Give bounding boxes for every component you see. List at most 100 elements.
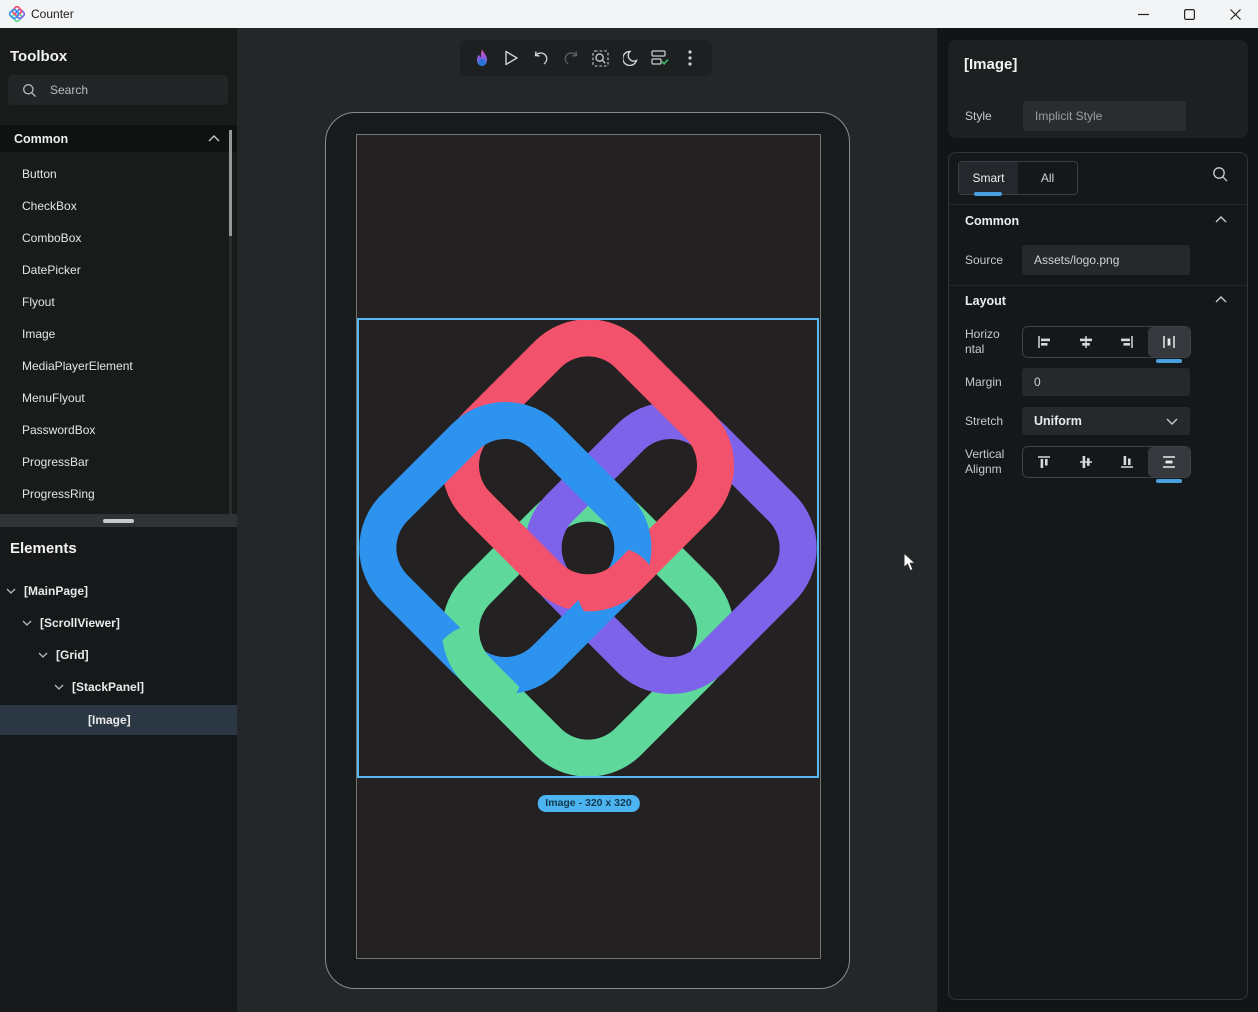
close-button[interactable] [1212, 0, 1258, 28]
properties-panel: [Image] Style Implicit Style Smart All [937, 28, 1258, 1012]
chevron-down-icon [54, 684, 64, 690]
panel-splitter[interactable] [0, 514, 237, 527]
style-input[interactable]: Implicit Style [1023, 101, 1186, 131]
kebab-menu-icon [688, 50, 692, 66]
properties-card: Smart All Common Source Asse [948, 152, 1248, 1000]
toolbox-item-passwordbox[interactable]: PasswordBox [0, 414, 229, 446]
source-label: Source [965, 253, 1003, 267]
horizontal-alignment-group [1022, 326, 1191, 358]
toolbox-title: Toolbox [10, 48, 67, 65]
h-align-left-button[interactable] [1023, 327, 1065, 357]
hot-reload-button[interactable] [471, 47, 493, 69]
form-factor-button[interactable] [649, 47, 671, 69]
logo-image [359, 320, 817, 776]
more-options-button[interactable] [679, 47, 701, 69]
titlebar[interactable]: Counter [0, 0, 1258, 28]
tab-all[interactable]: All [1018, 162, 1077, 194]
align-bottom-icon [1118, 453, 1136, 471]
toolbox-item-datepicker[interactable]: DatePicker [0, 254, 229, 286]
play-button[interactable] [501, 47, 523, 69]
redo-icon-disabled [563, 51, 579, 65]
toolbox-item-combobox[interactable]: ComboBox [0, 222, 229, 254]
elements-title: Elements [10, 540, 77, 557]
v-align-center-button[interactable] [1065, 447, 1107, 477]
align-left-icon [1035, 333, 1053, 351]
align-right-icon [1118, 333, 1136, 351]
properties-search-icon[interactable] [1212, 166, 1229, 183]
v-stretch-button[interactable] [1148, 447, 1190, 477]
margin-input[interactable]: 0 [1022, 368, 1190, 396]
h-stretch-button[interactable] [1148, 327, 1190, 357]
toolbox-search-input[interactable]: Search [8, 75, 228, 105]
active-alignment-indicator [1156, 479, 1182, 483]
elements-panel: Elements [MainPage] [ScrollViewer] [Grid… [0, 527, 237, 1012]
undo-button[interactable] [530, 47, 552, 69]
stretch-horizontal-icon [1160, 333, 1178, 351]
redo-button[interactable] [560, 47, 582, 69]
window-title: Counter [31, 0, 74, 28]
chevron-up-icon[interactable] [1215, 296, 1227, 303]
selected-element-card: [Image] Style Implicit Style [948, 40, 1248, 138]
toolbox-item-progressring[interactable]: ProgressRing [0, 478, 229, 510]
toolbox-scrollbar-thumb[interactable] [229, 130, 232, 236]
tab-smart[interactable]: Smart [959, 162, 1018, 194]
minimize-button[interactable] [1120, 0, 1166, 28]
vertical-alignment-group [1022, 446, 1191, 478]
toolbox-item-mediaplayerelement[interactable]: MediaPlayerElement [0, 350, 229, 382]
toolbox-item-progressbar[interactable]: ProgressBar [0, 446, 229, 478]
chevron-up-icon[interactable] [1215, 216, 1227, 223]
property-tabs: Smart All [958, 161, 1078, 195]
left-panel: Toolbox Search Common Button CheckBox Co… [0, 28, 237, 1012]
toolbox-item-button[interactable]: Button [0, 158, 229, 190]
design-canvas[interactable]: Image - 320 x 320 [237, 28, 937, 1012]
chevron-down-icon [22, 620, 32, 626]
chevron-down-icon [1166, 418, 1178, 425]
app-window: Counter Toolbox Search [0, 0, 1258, 1012]
active-tab-indicator [974, 192, 1002, 196]
align-top-icon [1035, 453, 1053, 471]
selected-image-element[interactable] [357, 318, 819, 778]
tree-item-scrollviewer[interactable]: [ScrollViewer] [0, 608, 237, 638]
tree-item-stackpanel[interactable]: [StackPanel] [0, 672, 237, 702]
h-align-center-button[interactable] [1065, 327, 1107, 357]
theme-toggle-button[interactable] [620, 47, 642, 69]
style-label: Style [965, 109, 992, 123]
layout-section-header[interactable]: Layout [965, 294, 1006, 308]
maximize-icon [1184, 9, 1195, 20]
toolbox-item-menuflyout[interactable]: MenuFlyout [0, 382, 229, 414]
play-icon [504, 50, 519, 66]
tree-item-grid[interactable]: [Grid] [0, 640, 237, 670]
selected-element-header: [Image] [964, 56, 1017, 73]
h-align-right-button[interactable] [1107, 327, 1149, 357]
dark-theme-moon-icon [623, 50, 639, 66]
chevron-down-icon [6, 588, 16, 594]
align-middle-icon [1077, 453, 1095, 471]
common-section-header[interactable]: Common [965, 214, 1019, 228]
toolbox-item-checkbox[interactable]: CheckBox [0, 190, 229, 222]
close-icon [1230, 9, 1241, 20]
device-screen[interactable]: Image - 320 x 320 [356, 134, 821, 959]
canvas-toolbar [460, 40, 712, 76]
source-input[interactable]: Assets/logo.png [1022, 245, 1190, 275]
divider [949, 204, 1247, 205]
v-align-bottom-button[interactable] [1107, 447, 1149, 477]
toolbox-section-common[interactable]: Common [0, 125, 237, 152]
chevron-down-icon [38, 652, 48, 658]
margin-label: Margin [965, 375, 1002, 389]
splitter-handle-icon [103, 519, 134, 523]
search-placeholder: Search [50, 83, 88, 97]
undo-icon [533, 51, 549, 65]
stretch-dropdown[interactable]: Uniform [1022, 407, 1190, 435]
v-align-top-button[interactable] [1023, 447, 1065, 477]
active-alignment-indicator [1156, 359, 1182, 363]
toolbox-item-image[interactable]: Image [0, 318, 229, 350]
zoom-selection-button[interactable] [590, 47, 612, 69]
toolbox-item-flyout[interactable]: Flyout [0, 286, 229, 318]
tree-item-mainpage[interactable]: [MainPage] [0, 576, 237, 606]
minimize-icon [1138, 9, 1149, 20]
tree-item-image-selected[interactable]: [Image] [0, 705, 237, 735]
divider [949, 285, 1247, 286]
stretch-vertical-icon [1160, 453, 1178, 471]
maximize-button[interactable] [1166, 0, 1212, 28]
device-frame: Image - 320 x 320 [325, 112, 850, 989]
